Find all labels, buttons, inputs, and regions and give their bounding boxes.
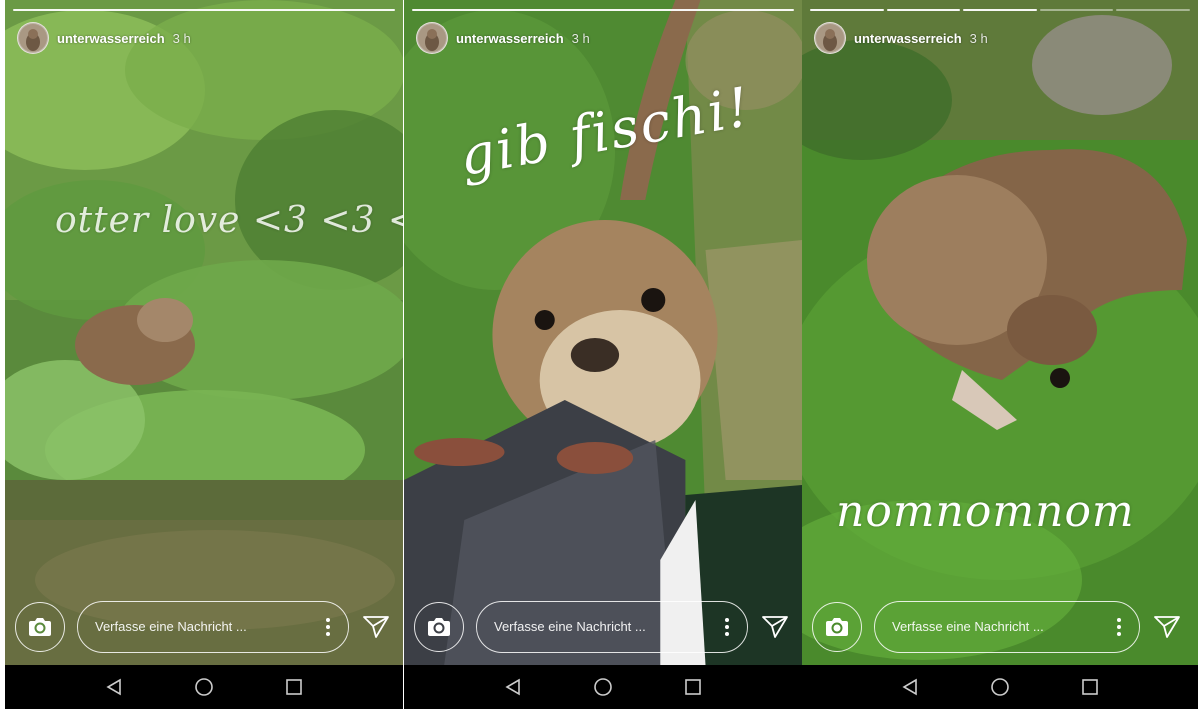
progress-segment <box>963 9 1037 11</box>
progress-segment <box>810 9 884 11</box>
camera-button[interactable] <box>414 601 464 652</box>
message-placeholder: Verfasse eine Nachricht ... <box>892 619 1044 634</box>
message-input[interactable]: Verfasse eine Nachricht ... <box>476 600 748 653</box>
send-button[interactable] <box>1152 615 1182 639</box>
camera-icon <box>826 617 848 636</box>
story-image-otter-eating-fish <box>802 0 1198 665</box>
camera-icon <box>29 617 51 636</box>
story-time: 3 h <box>172 30 191 46</box>
message-placeholder: Verfasse eine Nachricht ... <box>95 619 247 634</box>
nav-home-button[interactable] <box>593 677 613 697</box>
story-header: unterwasserreich 3 h <box>416 22 590 54</box>
send-icon <box>762 615 788 638</box>
story-username[interactable]: unterwasserreich <box>854 31 962 46</box>
story-time: 3 h <box>571 30 590 46</box>
android-navbar <box>802 665 1198 709</box>
progress-segment <box>13 9 395 11</box>
story-caption: nomnomnom <box>836 486 1135 537</box>
avatar-otter-icon <box>19 24 47 52</box>
more-vertical-icon[interactable] <box>1115 617 1123 636</box>
avatar-otter-icon <box>816 24 844 52</box>
story-panel-2[interactable]: unterwasserreich 3 h gib fischi! Verfass… <box>404 0 802 709</box>
nav-recents-button[interactable] <box>284 677 304 697</box>
home-circle-icon <box>991 678 1009 696</box>
progress-segment <box>1116 9 1190 11</box>
camera-button[interactable] <box>812 601 862 652</box>
recents-square-icon <box>286 679 302 695</box>
back-triangle-icon <box>106 678 121 696</box>
send-icon <box>1154 615 1180 638</box>
story-header: unterwasserreich 3 h <box>814 22 988 54</box>
nav-back-button[interactable] <box>900 677 920 697</box>
send-button[interactable] <box>760 615 790 639</box>
story-username[interactable]: unterwasserreich <box>456 31 564 46</box>
home-circle-icon <box>594 678 612 696</box>
progress-segment <box>1039 9 1114 11</box>
message-input[interactable]: Verfasse eine Nachricht ... <box>77 600 349 653</box>
more-vertical-icon[interactable] <box>723 617 731 636</box>
story-progress <box>13 9 395 11</box>
message-placeholder: Verfasse eine Nachricht ... <box>494 619 646 634</box>
avatar[interactable] <box>814 22 846 54</box>
android-navbar <box>5 665 403 709</box>
story-time: 3 h <box>969 30 988 46</box>
story-header: unterwasserreich 3 h <box>17 22 191 54</box>
nav-recents-button[interactable] <box>1080 677 1100 697</box>
nav-back-button[interactable] <box>503 677 523 697</box>
progress-segment <box>412 9 794 11</box>
story-image-otter-in-bushes <box>5 0 403 665</box>
story-caption: otter love <3 <3 <3 <box>55 200 403 241</box>
nav-home-button[interactable] <box>194 677 214 697</box>
send-button[interactable] <box>361 615 391 639</box>
story-progress <box>412 9 794 11</box>
message-input[interactable]: Verfasse eine Nachricht ... <box>874 600 1140 653</box>
home-circle-icon <box>195 678 213 696</box>
progress-segment <box>886 9 961 11</box>
avatar-otter-icon <box>418 24 446 52</box>
back-triangle-icon <box>505 678 520 696</box>
nav-back-button[interactable] <box>104 677 124 697</box>
recents-square-icon <box>685 679 701 695</box>
story-username[interactable]: unterwasserreich <box>57 31 165 46</box>
nav-recents-button[interactable] <box>683 677 703 697</box>
story-progress <box>810 9 1190 11</box>
back-triangle-icon <box>902 678 917 696</box>
avatar[interactable] <box>416 22 448 54</box>
reply-bar: Verfasse eine Nachricht ... <box>15 600 393 653</box>
recents-square-icon <box>1082 679 1098 695</box>
avatar[interactable] <box>17 22 49 54</box>
more-vertical-icon[interactable] <box>324 617 332 636</box>
story-panel-1[interactable]: unterwasserreich 3 h otter love <3 <3 <3… <box>5 0 403 709</box>
camera-icon <box>428 617 450 636</box>
camera-button[interactable] <box>15 601 65 652</box>
android-navbar <box>404 665 802 709</box>
nav-home-button[interactable] <box>990 677 1010 697</box>
reply-bar: Verfasse eine Nachricht ... <box>414 600 792 653</box>
reply-bar: Verfasse eine Nachricht ... <box>812 600 1188 653</box>
send-icon <box>363 615 389 638</box>
story-panel-3[interactable]: unterwasserreich 3 h nomnomnom Verfasse … <box>802 0 1198 709</box>
